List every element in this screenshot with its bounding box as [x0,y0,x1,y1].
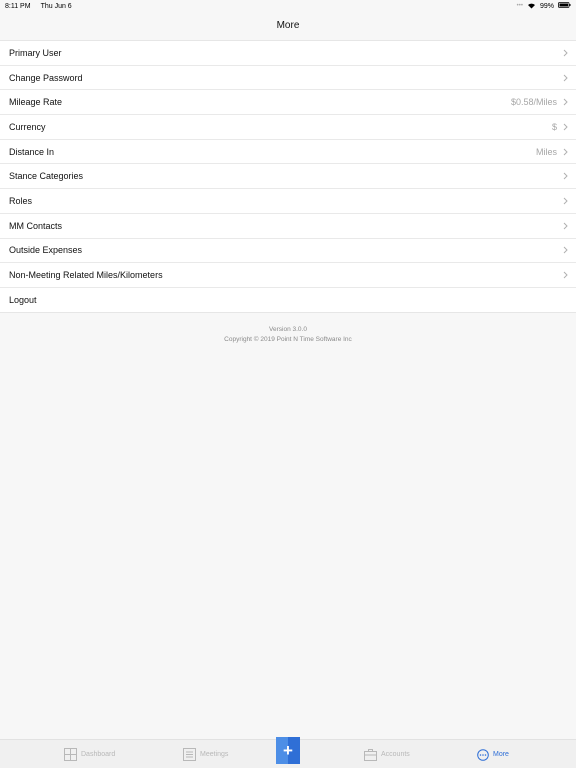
menu-item-label: Stance Categories [9,171,84,182]
menu-item-label: Mileage Rate [9,97,63,108]
menu-item-change-password[interactable]: Change Password [0,66,576,91]
tab-label: Dashboard [81,751,116,758]
tab-meetings[interactable]: Meetings [183,740,228,768]
battery-percent: 99% [539,2,554,10]
add-button[interactable]: + [276,737,300,764]
chevron-right-icon [563,98,568,106]
chevron-right-icon [563,148,568,156]
meetings-icon [183,748,196,761]
chevron-right-icon [563,246,568,254]
chevron-right-icon [563,197,568,205]
menu-item-label: Primary User [9,47,62,58]
tab-label: More [493,751,509,758]
menu-item-label: Change Password [9,72,83,83]
chevron-right-icon [563,271,568,279]
menu-item-primary-user[interactable]: Primary User [0,41,576,66]
menu-item-logout[interactable]: Logout [0,288,576,313]
tab-label: Accounts [381,751,410,758]
menu-item-mm-contacts[interactable]: MM Contacts [0,214,576,239]
menu-item-label: Currency [9,121,46,132]
chevron-right-icon [563,49,568,57]
menu-item-stance-categories[interactable]: Stance Categories [0,164,576,190]
tab-label: Meetings [200,751,229,758]
dashboard-icon [64,748,77,761]
briefcase-icon [364,748,377,761]
menu-item-mileage-rate[interactable]: Mileage Rate $0.58/Miles [0,90,576,116]
status-bar: 8:11 PM Thu Jun 6 ••• 99% [0,0,576,12]
copyright-text: Copyright © 2019 Point N Time Software I… [224,336,352,343]
menu-item-outside-expenses[interactable]: Outside Expenses [0,239,576,264]
status-date: Thu Jun 6 [40,2,72,10]
tab-dashboard[interactable]: Dashboard [64,740,115,768]
mileage-rate-value: $0.58/Miles [510,97,557,108]
menu-item-label: Distance In [9,146,55,157]
version-text: Version 3.0.0 [269,326,307,333]
wifi-icon [527,2,536,11]
menu-item-non-meeting-miles[interactable]: Non-Meeting Related Miles/Kilometers [0,263,576,288]
status-time: 8:11 PM [5,2,31,10]
battery-icon [558,2,571,10]
chevron-right-icon [563,123,568,131]
more-dots-icon [477,748,489,761]
tab-more[interactable]: More [477,740,509,768]
distance-unit-value: Miles [535,146,557,157]
menu-item-roles[interactable]: Roles [0,189,576,214]
settings-menu: Primary User Change Password Mileage Rat… [0,40,576,313]
chevron-right-icon [563,74,568,82]
menu-item-label: Non-Meeting Related Miles/Kilometers [9,270,163,281]
menu-item-label: Logout [9,294,37,305]
menu-item-label: Outside Expenses [9,245,83,256]
tab-accounts[interactable]: Accounts [364,740,410,768]
chevron-right-icon [563,222,568,230]
dots-icon: ••• [516,3,523,9]
currency-value: $ [551,121,557,132]
tab-bar: Dashboard Meetings + Accounts More [0,737,576,768]
chevron-right-icon [563,172,568,180]
menu-item-currency[interactable]: Currency $ [0,115,576,140]
page-title: More [276,20,300,31]
app-footer: Version 3.0.0 Copyright © 2019 Point N T… [0,325,576,345]
menu-item-label: Roles [9,195,33,206]
menu-item-distance-in[interactable]: Distance In Miles [0,140,576,165]
plus-icon: + [283,740,293,760]
menu-item-label: MM Contacts [9,220,63,231]
